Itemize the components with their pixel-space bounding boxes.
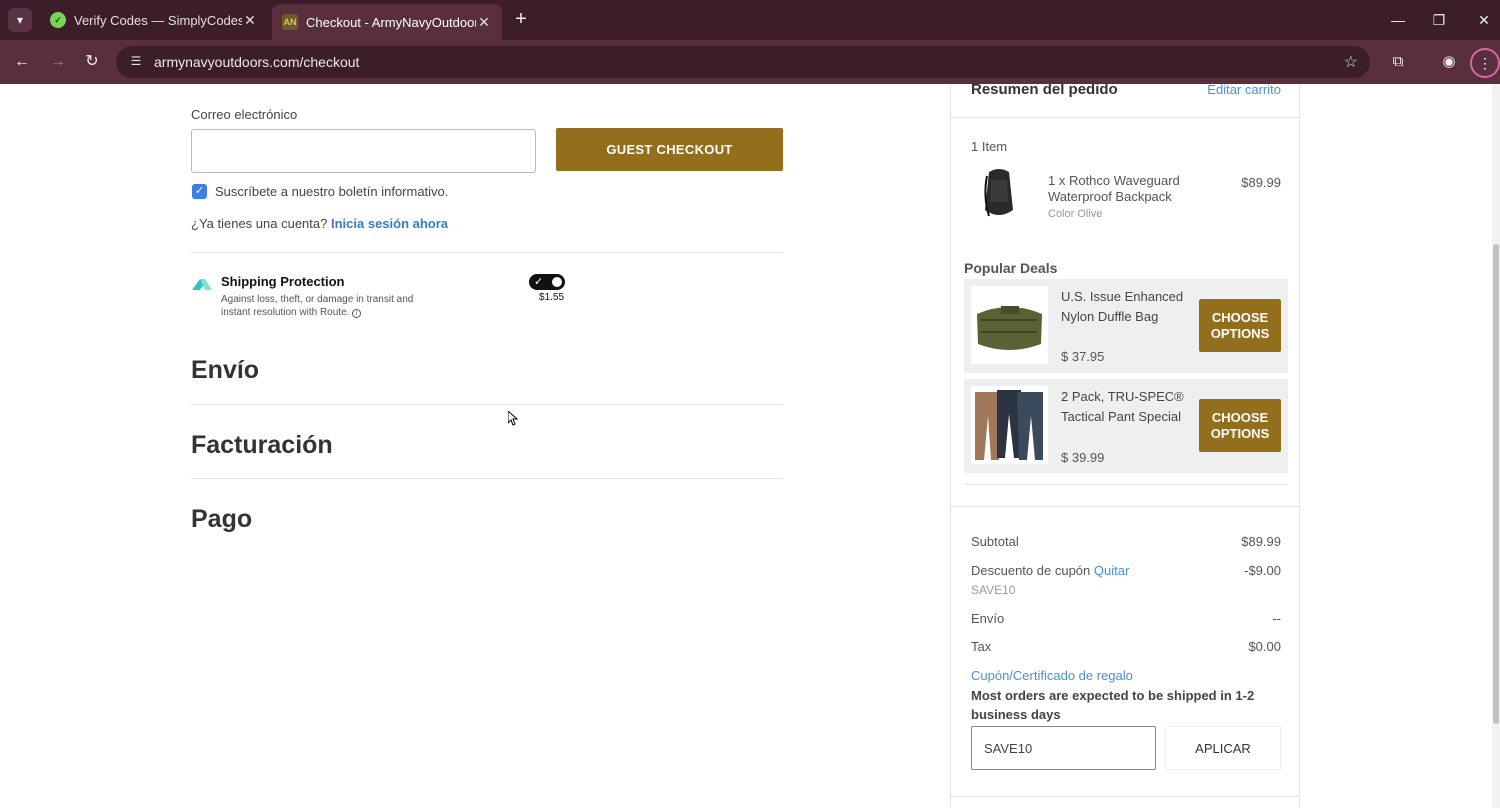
divider <box>191 404 783 405</box>
subtotal-row: Subtotal $89.99 <box>971 534 1281 549</box>
duffle-bag-image[interactable] <box>971 286 1048 364</box>
reload-icon[interactable]: ↻ <box>80 50 104 74</box>
deal-card: 2 Pack, TRU-SPEC® Tactical Pant Special … <box>964 379 1288 473</box>
info-icon[interactable]: i <box>352 309 362 318</box>
restore-icon[interactable]: ❐ <box>1427 8 1451 32</box>
back-icon[interactable]: ← <box>10 50 34 74</box>
order-summary-title: Resumen del pedido <box>971 84 1118 98</box>
tab-checkout[interactable]: AN Checkout - ArmyNavyOutdoors ✕ <box>272 4 502 40</box>
mouse-cursor-icon <box>508 411 518 426</box>
deal-price: $ 39.99 <box>1061 450 1105 465</box>
page-scrollbar[interactable] <box>1492 84 1500 808</box>
scrollbar-thumb[interactable] <box>1493 244 1499 724</box>
guest-checkout-button[interactable]: GUEST CHECKOUT <box>556 128 783 171</box>
item-count: 1 Item <box>971 139 1008 154</box>
subtotal-label: Subtotal <box>971 534 1019 549</box>
shipping-protection-description: Against loss, theft, or damage in transi… <box>221 293 421 319</box>
check-icon: ✓ <box>534 276 544 288</box>
tactical-pants-image[interactable] <box>971 386 1048 464</box>
checkout-page: Correo electrónico GUEST CHECKOUT ✓ Susc… <box>0 84 1500 808</box>
email-field[interactable] <box>191 129 536 173</box>
divider <box>951 796 1299 797</box>
site-settings-icon[interactable]: ☰ <box>128 54 144 70</box>
toggle-knob <box>552 277 562 287</box>
divider <box>191 478 783 479</box>
address-bar[interactable]: ☰ armynavyoutdoors.com/checkout ☆ <box>116 46 1370 78</box>
extensions-icon[interactable]: ⧉ <box>1386 50 1410 74</box>
tab-title: Checkout - ArmyNavyOutdoors <box>306 14 476 30</box>
deal-price: $ 37.95 <box>1061 349 1105 364</box>
discount-label: Descuento de cupón <box>971 563 1091 578</box>
deal-card: U.S. Issue Enhanced Nylon Duffle Bag $ 3… <box>964 279 1288 373</box>
tax-label: Tax <box>971 639 992 654</box>
deal-name[interactable]: U.S. Issue Enhanced Nylon Duffle Bag <box>1061 287 1186 326</box>
url-text: armynavyoutdoors.com/checkout <box>154 54 360 70</box>
newsletter-checkbox[interactable]: ✓ <box>192 184 207 199</box>
choose-options-button[interactable]: CHOOSE OPTIONS <box>1199 299 1281 352</box>
tab-simplycodes[interactable]: ✓ Verify Codes — SimplyCodes ✕ <box>40 0 268 40</box>
account-question: ¿Ya tienes una cuenta? <box>191 216 328 231</box>
browser-menu-icon[interactable]: ⋮ <box>1470 48 1500 78</box>
bookmark-star-icon[interactable]: ☆ <box>1344 52 1358 72</box>
profile-icon[interactable]: ◉ <box>1437 50 1461 74</box>
minimize-icon[interactable]: — <box>1386 8 1410 32</box>
shipping-note: Most orders are expected to be shipped i… <box>971 688 1255 722</box>
shipping-protection-price: $1.55 <box>539 292 565 303</box>
tax-value: $0.00 <box>1248 639 1281 654</box>
backpack-image[interactable] <box>979 166 1019 222</box>
close-tab-icon[interactable]: ✕ <box>476 14 492 31</box>
cart-item-name[interactable]: 1 x Rothco Waveguard Waterproof Backpack <box>1048 173 1208 205</box>
email-label: Correo electrónico <box>191 107 298 122</box>
gift-certificate-link[interactable]: Cupón/Certificado de regalo <box>971 668 1281 683</box>
browser-tab-bar: ▾ ✓ Verify Codes — SimplyCodes ✕ AN Chec… <box>0 0 1500 40</box>
tab-search-chevron-icon[interactable]: ▾ <box>8 8 32 32</box>
discount-value: -$9.00 <box>1244 563 1281 578</box>
forward-icon[interactable]: → <box>46 50 70 74</box>
order-summary: Resumen del pedido Editar carrito 1 Item… <box>950 84 1300 808</box>
route-logo-icon <box>192 279 212 290</box>
shipping-row: Envío -- <box>971 611 1281 626</box>
shipping-value: -- <box>1272 611 1281 626</box>
armynavy-icon: AN <box>282 14 298 30</box>
divider <box>951 117 1299 118</box>
login-link[interactable]: Inicia sesión ahora <box>331 216 448 231</box>
shipping-label: Envío <box>971 611 1005 626</box>
divider <box>191 252 783 253</box>
section-shipping[interactable]: Envío <box>191 356 259 385</box>
coupon-code-input[interactable] <box>971 726 1156 770</box>
divider <box>951 506 1299 507</box>
deal-name[interactable]: 2 Pack, TRU-SPEC® Tactical Pant Special <box>1061 387 1186 426</box>
section-billing[interactable]: Facturación <box>191 431 333 460</box>
applied-coupon-code: SAVE10 <box>971 583 1016 597</box>
choose-options-button[interactable]: CHOOSE OPTIONS <box>1199 399 1281 452</box>
cart-item-variant: Color Olive <box>1048 208 1103 220</box>
tax-row: Tax $0.00 <box>971 639 1281 654</box>
account-prompt: ¿Ya tienes una cuenta? Inicia sesión aho… <box>191 216 448 231</box>
edit-cart-link[interactable]: Editar carrito <box>1207 84 1281 97</box>
remove-coupon-link[interactable]: Quitar <box>1094 563 1129 578</box>
popular-deals-title: Popular Deals <box>964 260 1058 276</box>
simplycodes-icon: ✓ <box>50 12 66 28</box>
shipping-protection-title: Shipping Protection <box>221 274 345 289</box>
discount-row: Descuento de cupón Quitar -$9.00 <box>971 563 1281 578</box>
newsletter-label: Suscríbete a nuestro boletín informativo… <box>215 184 449 199</box>
tab-title: Verify Codes — SimplyCodes <box>74 12 242 28</box>
close-tab-icon[interactable]: ✕ <box>242 12 258 29</box>
section-payment[interactable]: Pago <box>191 505 252 534</box>
new-tab-icon[interactable]: + <box>510 8 532 30</box>
close-window-icon[interactable]: ✕ <box>1472 8 1496 32</box>
divider <box>964 484 1288 485</box>
shipping-protection-description-text: Against loss, theft, or damage in transi… <box>221 294 414 318</box>
cart-item-price: $89.99 <box>1241 175 1281 190</box>
subtotal-value: $89.99 <box>1241 534 1281 549</box>
browser-toolbar: ← → ↻ ☰ armynavyoutdoors.com/checkout ☆ … <box>0 40 1500 84</box>
apply-coupon-button[interactable]: APLICAR <box>1165 726 1281 770</box>
shipping-protection-toggle[interactable]: ✓ <box>529 274 565 290</box>
